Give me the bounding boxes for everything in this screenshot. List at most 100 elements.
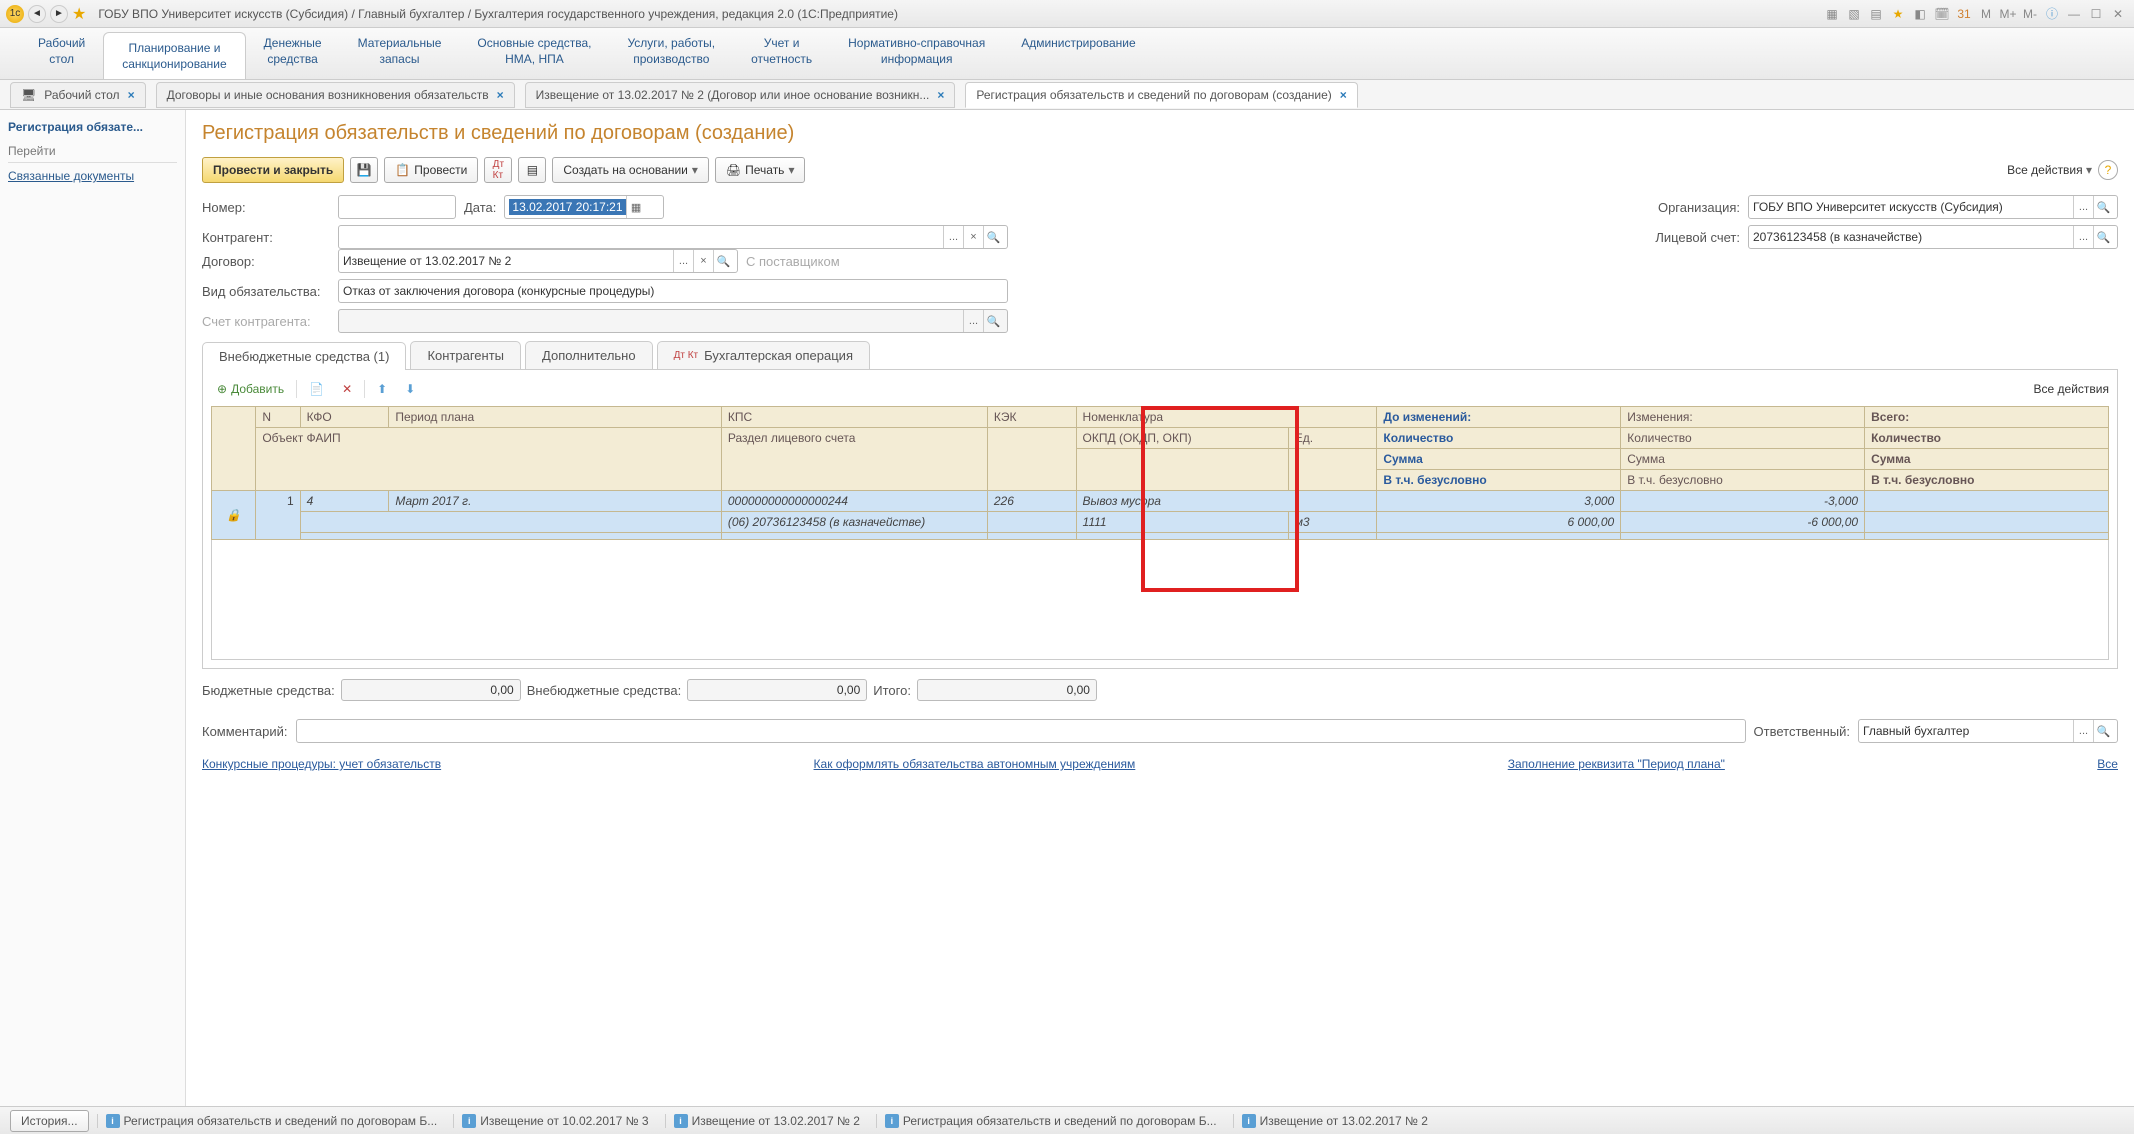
tab-close-icon[interactable]: ×: [497, 88, 504, 102]
org-input[interactable]: ГОБУ ВПО Университет искусств (Субсидия)…: [1748, 195, 2118, 219]
sb-item[interactable]: iРегистрация обязательств и сведений по …: [876, 1114, 1225, 1128]
account-input[interactable]: 20736123458 (в казначействе)...🔍: [1748, 225, 2118, 249]
tab-nonbudget[interactable]: Внебюджетные средства (1): [202, 342, 406, 370]
search-icon[interactable]: 🔍: [983, 226, 1003, 248]
ellipsis-icon[interactable]: ...: [673, 250, 693, 272]
calendar-icon[interactable]: ▦: [626, 196, 646, 218]
panel-all-actions[interactable]: Все действия: [2034, 382, 2109, 396]
ellipsis-icon[interactable]: ...: [943, 226, 963, 248]
post-button[interactable]: 📋Провести: [384, 157, 478, 183]
add-button[interactable]: ⊕ Добавить: [211, 378, 290, 400]
tb-m-icon[interactable]: M: [1976, 4, 1996, 24]
related-docs-link[interactable]: Связанные документы: [8, 169, 177, 183]
delete-button[interactable]: ✕: [336, 378, 358, 400]
print-button[interactable]: 🖨Печать: [715, 157, 806, 183]
search-icon[interactable]: 🔍: [983, 310, 1003, 332]
link-procedures[interactable]: Конкурсные процедуры: учет обязательств: [202, 757, 441, 771]
link-all[interactable]: Все: [2097, 757, 2118, 771]
ellipsis-icon[interactable]: ...: [2073, 720, 2093, 742]
comment-input[interactable]: [296, 719, 1746, 743]
tb-star-icon[interactable]: ★: [1888, 4, 1908, 24]
search-icon[interactable]: 🔍: [713, 250, 733, 272]
clear-icon[interactable]: ×: [693, 250, 713, 272]
contragent-input[interactable]: ...×🔍: [338, 225, 1008, 249]
nav-back-icon[interactable]: ◄: [28, 5, 46, 23]
section-admin[interactable]: Администрирование: [1003, 28, 1153, 79]
tb-calc-icon[interactable]: 31: [1954, 4, 1974, 24]
link-howto[interactable]: Как оформлять обязательства автономным у…: [814, 757, 1136, 771]
ellipsis-icon[interactable]: ...: [2073, 196, 2093, 218]
date-input[interactable]: 13.02.2017 20:17:21▦: [504, 195, 664, 219]
section-accounting[interactable]: Учет иотчетность: [733, 28, 830, 79]
obligation-type-input[interactable]: Отказ от заключения договора (конкурсные…: [338, 279, 1008, 303]
tab-operation[interactable]: Дт КтБухгалтерская операция: [657, 341, 870, 369]
minimize-icon[interactable]: —: [2064, 4, 2084, 24]
link-period[interactable]: Заполнение реквизита "Период плана": [1508, 757, 1725, 771]
app-icon[interactable]: 1c: [6, 5, 24, 23]
create-based-button[interactable]: Создать на основании: [552, 157, 709, 183]
responsible-input[interactable]: Главный бухгалтер...🔍: [1858, 719, 2118, 743]
sb-item[interactable]: iИзвещение от 10.02.2017 № 3: [453, 1114, 656, 1128]
tab-notice[interactable]: Извещение от 13.02.2017 № 2 (Договор или…: [525, 82, 956, 108]
tb-mminus-icon[interactable]: M-: [2020, 4, 2040, 24]
move-up-button[interactable]: ⬆: [371, 378, 393, 400]
info-icon: i: [1242, 1114, 1256, 1128]
nav-fwd-icon[interactable]: ►: [50, 5, 68, 23]
tab-close-icon[interactable]: ×: [128, 88, 135, 102]
table-row[interactable]: 🔒 1 4 Март 2017 г. 000000000000000244 22…: [212, 491, 2109, 512]
section-reference[interactable]: Нормативно-справочнаяинформация: [830, 28, 1003, 79]
list-button[interactable]: ▤: [518, 157, 546, 183]
tb-icon-2[interactable]: ▧: [1844, 4, 1864, 24]
tb-icon-1[interactable]: ▦: [1822, 4, 1842, 24]
section-services[interactable]: Услуги, работы,производство: [609, 28, 733, 79]
sb-item[interactable]: iИзвещение от 13.02.2017 № 2: [1233, 1114, 1436, 1128]
table-row[interactable]: (06) 20736123458 (в казначействе) 1111 м…: [212, 512, 2109, 533]
section-planning[interactable]: Планирование исанкционирование: [103, 32, 245, 79]
save-button[interactable]: 💾: [350, 157, 378, 183]
tb-icon-3[interactable]: ▤: [1866, 4, 1886, 24]
section-money[interactable]: Денежныесредства: [246, 28, 340, 79]
help-icon[interactable]: ⓘ: [2042, 4, 2062, 24]
contragent-account-input[interactable]: ...🔍: [338, 309, 1008, 333]
tb-mplus-icon[interactable]: M+: [1998, 4, 2018, 24]
maximize-icon[interactable]: ☐: [2086, 4, 2106, 24]
search-icon[interactable]: 🔍: [2093, 196, 2113, 218]
tab-close-icon[interactable]: ×: [1340, 88, 1347, 102]
section-materials[interactable]: Материальныезапасы: [340, 28, 460, 79]
tab-additional[interactable]: Дополнительно: [525, 341, 653, 369]
post-and-close-button[interactable]: Провести и закрыть: [202, 157, 344, 183]
table-row[interactable]: [212, 533, 2109, 540]
sb-item[interactable]: iРегистрация обязательств и сведений по …: [97, 1114, 446, 1128]
clear-icon[interactable]: ×: [963, 226, 983, 248]
tab-contragents[interactable]: Контрагенты: [410, 341, 521, 369]
tb-icon-4[interactable]: ◧: [1910, 4, 1930, 24]
tab-close-icon[interactable]: ×: [937, 88, 944, 102]
search-icon[interactable]: 🔍: [2093, 720, 2113, 742]
copy-button[interactable]: 📄: [303, 378, 330, 400]
ellipsis-icon[interactable]: ...: [963, 310, 983, 332]
window-title: ГОБУ ВПО Университет искусств (Субсидия)…: [98, 7, 898, 21]
tab-contracts[interactable]: Договоры и иные основания возникновения …: [156, 82, 515, 108]
contract-input[interactable]: Извещение от 13.02.2017 № 2...×🔍: [338, 249, 738, 273]
search-icon[interactable]: 🔍: [2093, 226, 2113, 248]
data-table[interactable]: N КФО Период плана КПС КЭК Номенклатура …: [211, 406, 2109, 660]
tab-registration[interactable]: Регистрация обязательств и сведений по д…: [965, 82, 1357, 108]
close-icon[interactable]: ✕: [2108, 4, 2128, 24]
dk-button[interactable]: ДтКт: [484, 157, 512, 183]
left-panel: Регистрация обязате... Перейти Связанные…: [0, 110, 186, 1106]
ellipsis-icon[interactable]: ...: [2073, 226, 2093, 248]
tb-icon-5[interactable]: 🗓: [1932, 4, 1952, 24]
history-button[interactable]: История...: [10, 1110, 89, 1132]
number-input[interactable]: [338, 195, 456, 219]
move-down-button[interactable]: ⬇: [399, 378, 421, 400]
sb-item[interactable]: iИзвещение от 13.02.2017 № 2: [665, 1114, 868, 1128]
section-desktop[interactable]: Рабочийстол: [20, 28, 103, 79]
favorite-icon[interactable]: ★: [72, 4, 86, 24]
section-assets[interactable]: Основные средства,НМА, НПА: [459, 28, 609, 79]
help-button[interactable]: ?: [2098, 160, 2118, 180]
printer-icon: 🖨: [726, 163, 741, 177]
tab-desktop[interactable]: 🖥 Рабочий стол ×: [10, 82, 146, 108]
all-actions-button[interactable]: Все действия: [2007, 163, 2092, 177]
col-total: Всего:: [1865, 407, 2109, 428]
col-ed: Ед.: [1288, 428, 1377, 449]
